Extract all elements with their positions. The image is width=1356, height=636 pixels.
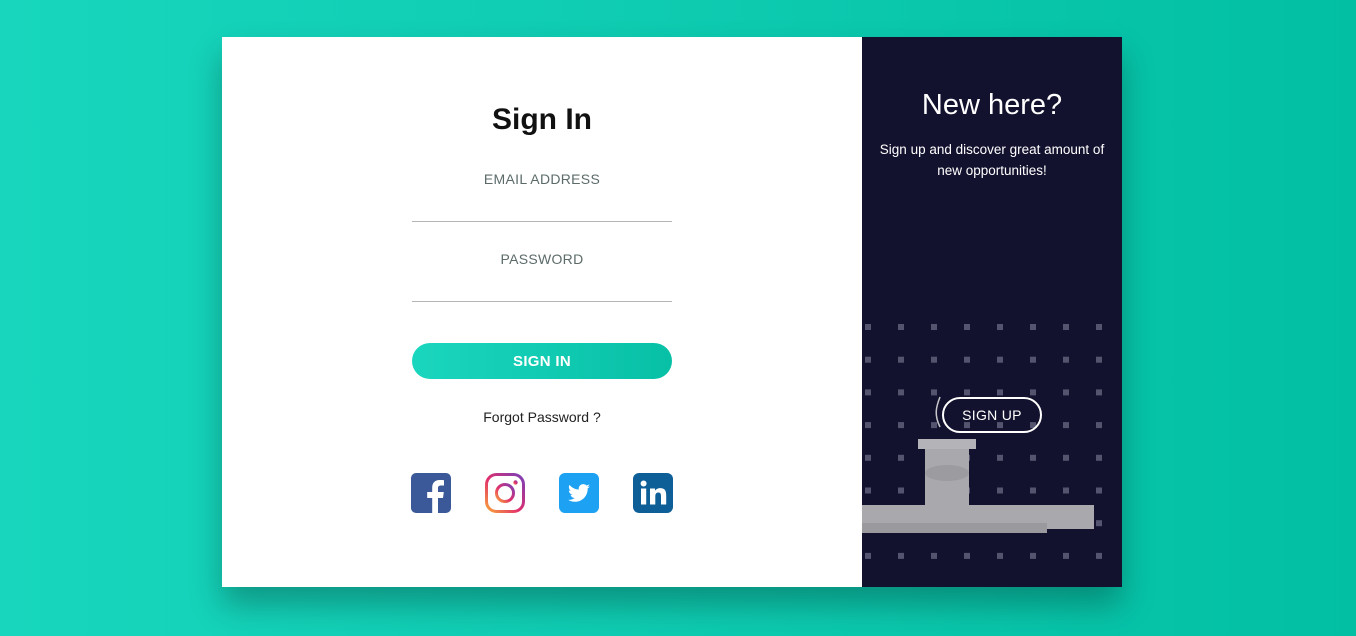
sign-in-button[interactable]: SIGN IN <box>412 343 672 379</box>
signup-title: New here? <box>921 89 1063 121</box>
forgot-password-link[interactable]: Forgot Password ? <box>222 409 862 425</box>
facebook-icon[interactable] <box>411 473 451 513</box>
sign-up-button[interactable]: SIGN UP <box>942 397 1042 433</box>
instagram-icon[interactable] <box>485 473 525 513</box>
email-field: EMAIL ADDRESS <box>412 171 672 222</box>
linkedin-icon[interactable] <box>633 473 673 513</box>
signin-title: Sign In <box>492 103 592 136</box>
signup-description: Sign up and discover great amount of new… <box>879 142 1105 178</box>
email-label: EMAIL ADDRESS <box>483 171 601 187</box>
auth-card: Sign In EMAIL ADDRESS PASSWORD SIGN IN F… <box>222 37 1122 587</box>
twitter-icon[interactable] <box>559 473 599 513</box>
signup-panel: New here? Sign up and discover great amo… <box>862 37 1122 587</box>
social-links <box>411 473 675 513</box>
password-label: PASSWORD <box>500 251 584 267</box>
signin-panel: Sign In EMAIL ADDRESS PASSWORD SIGN IN F… <box>222 37 862 587</box>
email-input[interactable] <box>412 193 672 222</box>
password-field: PASSWORD <box>412 251 672 302</box>
password-input[interactable] <box>412 273 672 302</box>
